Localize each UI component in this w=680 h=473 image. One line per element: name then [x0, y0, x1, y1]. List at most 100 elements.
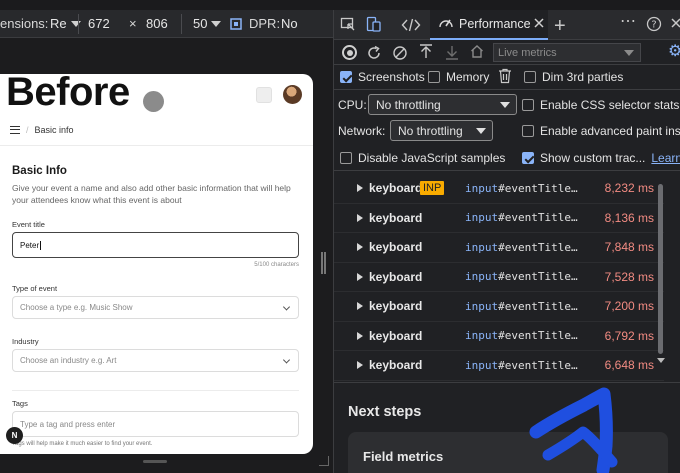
resize-handle-right[interactable] — [321, 252, 326, 274]
help-icon[interactable]: ? — [646, 16, 662, 34]
interaction-row[interactable]: keyboard input#eventTitle… 7,848 ms — [334, 233, 664, 263]
chevron-down-icon — [282, 355, 291, 364]
interaction-row[interactable]: keyboard INP input#eventTitle… 8,232 ms — [334, 174, 664, 204]
css-selector-stats-checkbox[interactable]: Enable CSS selector stats (slo — [522, 98, 680, 112]
record-button[interactable] — [342, 45, 357, 60]
resize-handle-corner[interactable] — [319, 456, 329, 466]
interaction-duration: 8,136 ms — [604, 210, 654, 225]
network-throttling-select[interactable]: No throttling — [390, 120, 493, 141]
close-icon[interactable] — [533, 17, 545, 32]
target-selector: #eventTitle… — [498, 270, 578, 284]
expand-triangle-icon[interactable] — [357, 213, 363, 222]
industry-label: Industry — [12, 337, 39, 346]
custom-tracks-checkbox[interactable]: Show custom trac... Learn m — [522, 151, 680, 165]
next-steps-heading: Next steps — [348, 404, 422, 420]
before-overlay-text: Before — [6, 70, 130, 114]
device-select[interactable]: Re — [50, 10, 81, 37]
target-selector: #eventTitle… — [498, 181, 578, 195]
target-selector: #eventTitle… — [498, 299, 578, 313]
interaction-target[interactable]: input#eventTitle… — [465, 300, 578, 313]
settings-gear-icon[interactable]: ⚙ — [668, 44, 680, 60]
tags-input[interactable]: Type a tag and press enter — [12, 411, 299, 437]
home-icon[interactable] — [470, 44, 484, 61]
target-tag: input — [465, 270, 499, 284]
interaction-target[interactable]: input#eventTitle… — [465, 241, 578, 254]
target-selector: #eventTitle… — [498, 358, 578, 372]
interaction-type: keyboard — [369, 210, 423, 225]
page-action-button[interactable] — [256, 87, 272, 103]
svg-text:?: ? — [651, 20, 656, 31]
trace-select[interactable]: Live metrics — [493, 43, 641, 62]
chevron-down-icon — [500, 102, 510, 108]
height-input[interactable]: 806 — [146, 10, 168, 37]
performance-gauge-icon — [438, 16, 454, 33]
section-description: Give your event a name and also add othe… — [12, 183, 291, 205]
reload-record-icon[interactable] — [366, 45, 382, 63]
interaction-target[interactable]: input#eventTitle… — [465, 270, 578, 283]
type-of-event-select[interactable]: Choose a type e.g. Music Show — [12, 296, 299, 319]
interaction-row[interactable]: keyboard input#eventTitle… 6,792 ms — [334, 322, 664, 351]
close-devtools-icon[interactable] — [670, 17, 680, 31]
target-selector: #eventTitle… — [498, 240, 578, 254]
device-toggle-icon[interactable] — [366, 16, 382, 35]
interaction-target[interactable]: input#eventTitle… — [465, 182, 578, 195]
tab-performance-label: Performance — [459, 17, 531, 31]
add-tab-icon[interactable]: + — [554, 16, 566, 36]
expand-triangle-icon[interactable] — [357, 184, 363, 193]
disable-js-samples-checkbox[interactable]: Disable JavaScript samples — [340, 151, 505, 165]
interaction-target[interactable]: input#eventTitle… — [465, 329, 578, 342]
upload-icon[interactable] — [419, 44, 433, 62]
chevron-down-icon — [282, 302, 291, 311]
zoom-select[interactable]: 50 — [193, 10, 222, 37]
more-options-icon[interactable]: ⋯ — [620, 14, 637, 30]
dpr-select[interactable]: No — [281, 10, 298, 37]
memory-checkbox[interactable]: Memory — [428, 70, 489, 84]
tab-performance[interactable]: Performance — [430, 10, 548, 40]
event-title-input[interactable]: Peter — [12, 232, 299, 258]
download-icon[interactable] — [445, 44, 459, 62]
screenshots-checkbox[interactable]: Screenshots — [340, 70, 425, 84]
scrollbar-thumb[interactable] — [658, 184, 663, 354]
expand-triangle-icon[interactable] — [357, 331, 363, 340]
interaction-type: keyboard — [369, 269, 423, 284]
advanced-paint-checkbox[interactable]: Enable advanced paint instru — [522, 124, 680, 138]
interaction-type: keyboard — [369, 299, 423, 314]
dpr-icon — [229, 10, 243, 37]
cpu-label: CPU: — [338, 98, 367, 112]
divider — [334, 382, 680, 383]
times-sign: × — [129, 16, 137, 31]
chevron-down-icon — [624, 50, 634, 56]
dim-3rd-parties-checkbox[interactable]: Dim 3rd parties — [524, 70, 623, 84]
chevron-down-icon — [211, 20, 222, 27]
expand-triangle-icon[interactable] — [357, 243, 363, 252]
devtools-tabbar: Performance + ⋯ ? — [334, 10, 680, 40]
interaction-row[interactable]: keyboard input#eventTitle… 6,648 ms — [334, 351, 664, 381]
expand-triangle-icon[interactable] — [357, 272, 363, 281]
interaction-row[interactable]: keyboard input#eventTitle… 7,200 ms — [334, 292, 664, 322]
dimensions-label: ensions: — [0, 16, 49, 31]
interaction-row[interactable]: keyboard input#eventTitle… 7,528 ms — [334, 263, 664, 292]
tags-hint: Tags will help make it much easier to fi… — [12, 441, 153, 447]
elements-tab-icon[interactable] — [401, 17, 421, 35]
expand-triangle-icon[interactable] — [357, 361, 363, 370]
device-toolbar: ensions: Re 672 × 806 50 DPR: No — [0, 10, 333, 38]
avatar[interactable] — [283, 85, 302, 104]
width-input[interactable]: 672 — [88, 10, 110, 37]
interaction-target[interactable]: input#eventTitle… — [465, 359, 578, 372]
inspect-icon[interactable] — [340, 17, 356, 35]
scroll-down-arrow[interactable] — [657, 358, 665, 363]
screen: ensions: Re 672 × 806 50 DPR: No Before … — [0, 0, 680, 473]
n-badge[interactable]: N — [6, 427, 23, 444]
divider — [12, 390, 299, 391]
cpu-throttling-select[interactable]: No throttling — [368, 94, 517, 115]
menu-icon[interactable] — [10, 126, 20, 134]
interaction-target[interactable]: input#eventTitle… — [465, 211, 578, 224]
interaction-row[interactable]: keyboard input#eventTitle… 8,136 ms — [334, 204, 664, 233]
clear-icon[interactable] — [392, 45, 408, 63]
interaction-type: keyboard — [369, 358, 423, 373]
garbage-collect-icon[interactable] — [498, 68, 512, 86]
learn-more-link[interactable]: Learn m — [651, 151, 680, 165]
expand-triangle-icon[interactable] — [357, 302, 363, 311]
industry-select[interactable]: Choose an industry e.g. Art — [12, 349, 299, 372]
resize-handle-bottom[interactable] — [143, 460, 167, 463]
